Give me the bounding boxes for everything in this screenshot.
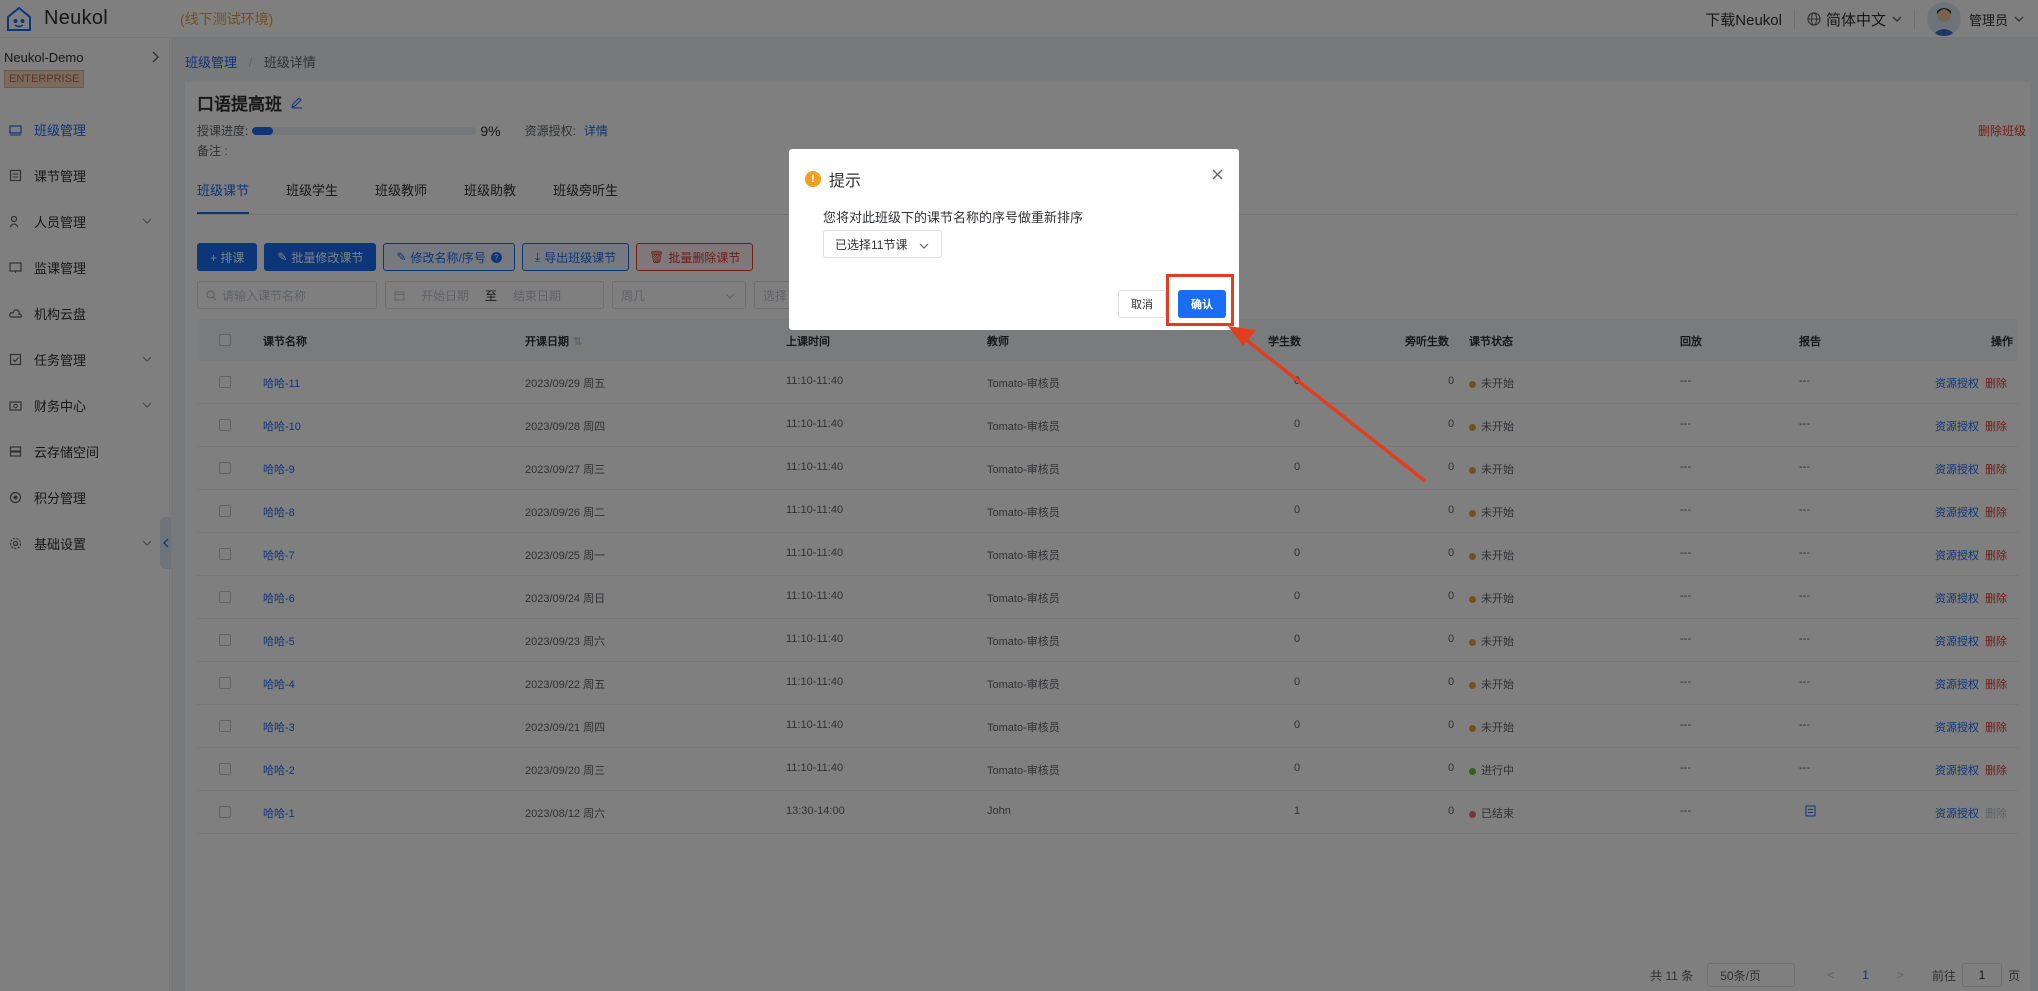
chevron-down-icon	[919, 240, 929, 254]
cancel-button[interactable]: 取消	[1118, 290, 1166, 318]
dialog-header: ! 提示	[805, 167, 861, 191]
dialog-message: 您将对此班级下的课节名称的序号做重新排序	[823, 210, 1084, 225]
selected-lessons-label: 已选择11节课	[835, 237, 908, 252]
selected-lessons-select[interactable]: 已选择11节课	[823, 230, 942, 258]
warning-icon: !	[805, 171, 821, 187]
close-icon[interactable]	[1209, 166, 1225, 182]
dialog-title: 提示	[829, 173, 862, 190]
highlight-box	[1166, 274, 1234, 326]
